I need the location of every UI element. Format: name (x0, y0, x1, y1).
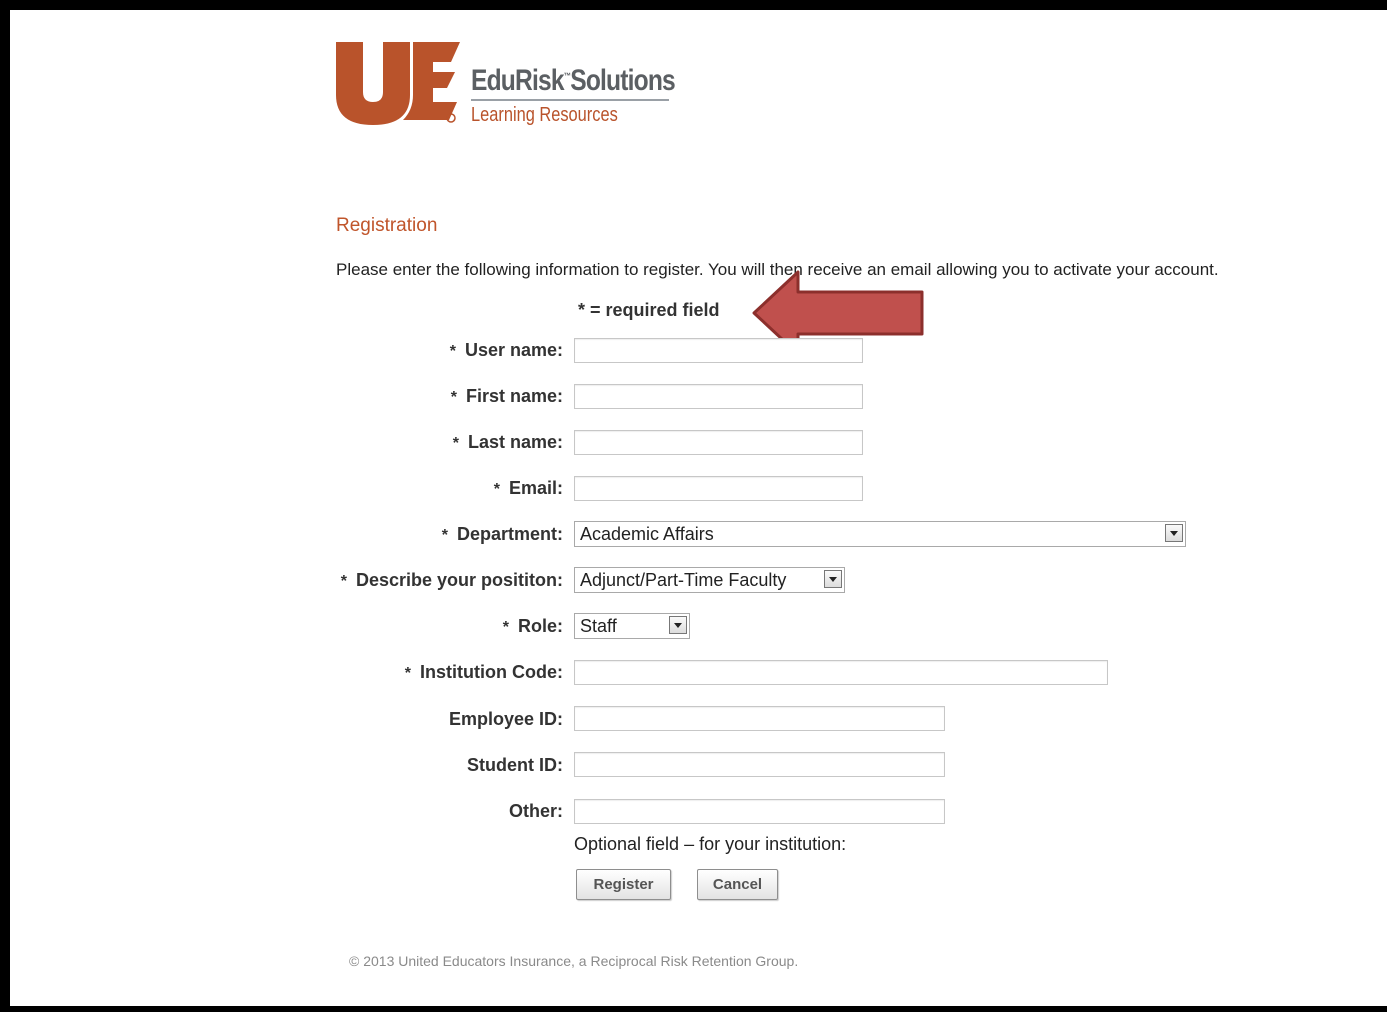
required-field-note: * = required field (578, 300, 720, 320)
window-frame (0, 0, 1387, 1012)
employee-id-label: Employee ID: (448, 709, 563, 729)
email-label: * Email: (493, 478, 563, 498)
department-selected-value: Academic Affairs (580, 524, 714, 544)
chevron-down-icon[interactable] (824, 570, 842, 588)
brand-divider (471, 99, 669, 101)
lastname-label: * Last name: (452, 432, 563, 452)
student-id-label: Student ID: (467, 755, 563, 775)
student-id-input[interactable] (574, 752, 945, 777)
position-selected-value: Adjunct/Part-Time Faculty (580, 570, 787, 590)
optional-field-note: Optional field – for your institution: (574, 834, 847, 854)
register-button[interactable]: Register (576, 869, 671, 900)
position-label: * Describe your posititon: (340, 570, 563, 590)
role-select[interactable]: Staff (574, 613, 690, 639)
chevron-down-icon[interactable] (669, 616, 687, 634)
other-label: Other: (509, 801, 563, 821)
username-label: * User name: (449, 340, 563, 360)
username-input[interactable] (574, 338, 863, 363)
brand-name: EduRisk™Solutions (471, 64, 676, 97)
institution-code-input[interactable] (574, 660, 1108, 685)
brand-subtitle: Learning Resources (471, 104, 618, 126)
copyright-footer: © 2013 United Educators Insurance, a Rec… (349, 953, 799, 969)
lastname-input[interactable] (574, 430, 863, 455)
other-input[interactable] (574, 799, 945, 824)
employee-id-input[interactable] (574, 706, 945, 731)
position-select[interactable]: Adjunct/Part-Time Faculty (574, 567, 845, 593)
department-select[interactable]: Academic Affairs (574, 521, 1186, 547)
firstname-input[interactable] (574, 384, 863, 409)
page-title: Registration (336, 215, 438, 236)
role-selected-value: Staff (580, 616, 617, 636)
firstname-label: * First name: (450, 386, 563, 406)
chevron-down-icon[interactable] (1165, 524, 1183, 542)
cancel-button[interactable]: Cancel (697, 869, 778, 900)
department-label: * Department: (441, 524, 563, 544)
role-label: * Role: (502, 616, 563, 636)
institution-code-label: * Institution Code: (404, 662, 563, 682)
email-input[interactable] (574, 476, 863, 501)
